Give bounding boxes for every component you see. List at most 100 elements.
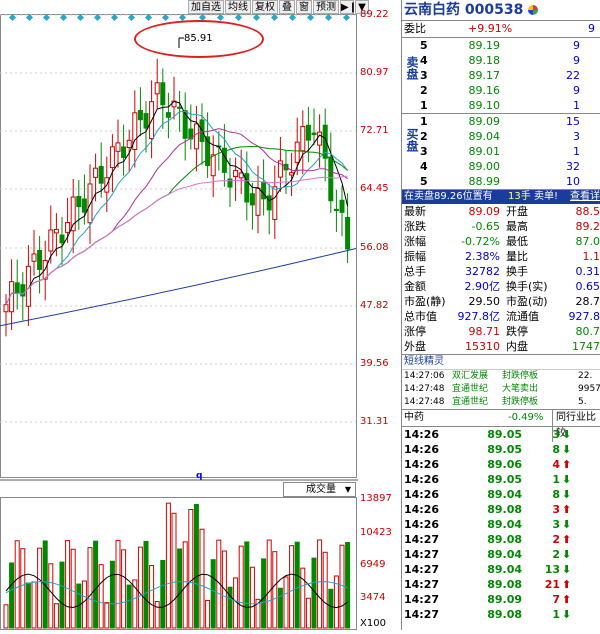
stat-value: 2.90亿 [464,280,501,293]
asks-row[interactable]: 2 89.16 9 [402,83,600,98]
volume-bar [20,548,26,629]
candle-body [272,186,278,220]
tick-price: 89.05 [487,473,522,486]
volume-unit-label: X100 [360,618,386,629]
candle-body [249,193,255,206]
tick-row: 14:27 89.09 7 ⬆ [402,592,600,607]
industry-name: 中药 [404,412,424,423]
stat-label: 市盈(动) [506,295,548,308]
arrow-up-icon: ⬆ [562,593,572,606]
stat-value: 15310 [465,340,500,353]
sprite-value: 22. [578,371,593,381]
volume-bar [48,563,54,629]
stat-row: 振幅 2.38% 量比 1.1 [402,249,600,264]
window-button[interactable]: 窗 [296,0,312,14]
stat-label: 市盈(静) [404,295,446,308]
volume-bar [205,599,211,629]
commission-ratio-count: 9 [588,22,595,35]
sprite-event: 大笔卖出 [502,384,539,394]
tick-row: 14:27 89.08 21 ⬆ [402,577,600,592]
tick-list[interactable]: 14:26 89.05 3 ⬇ 14:26 89.05 8 ⬇ 14:26 89.06 4 ⬆ 14:2… [402,427,600,622]
arrow-down-icon: ⬇ [562,608,572,621]
forecast-button[interactable]: 预测 [313,0,339,14]
tick-volume: 4 [552,458,560,471]
candle-body [126,139,132,149]
candle-body [227,178,233,188]
volume-bar [294,541,300,629]
asks-row[interactable]: 1 89.10 1 [402,98,600,113]
candle-body [31,253,37,262]
candle-body [210,154,216,177]
asks-row[interactable]: 3 89.17 22 [402,68,600,83]
volume-bar [109,560,115,629]
candle-body [87,183,93,224]
tick-time: 14:27 [404,608,440,621]
order-alert-bar[interactable]: 在卖盘89.26位置有 13手 卖单! 查看详 [402,190,600,204]
volume-bar [9,562,15,629]
arrow-down-icon: ⬇ [562,488,572,501]
tick-volume: 8 [552,488,560,501]
arrow-down-icon: ⬇ [562,518,572,531]
volume-bar [115,539,121,629]
candle-body [137,109,143,121]
bids-row[interactable]: 4 89.00 32 [402,159,600,174]
tick-row: 14:26 89.06 4 ⬆ [402,457,600,472]
bids-volume: 3 [573,130,580,143]
arrow-up-icon: ⬆ [562,578,572,591]
kline-chart-panel[interactable]: 加自选 均线 复权 叠 窗 预测 ▶❙ ▼ 85.91 89.22 80.97 … [0,0,400,630]
sprite-time: 14:27:06 [404,371,445,381]
moving-average-button[interactable]: 均线 [225,0,251,14]
volume-bar [339,544,345,629]
stat-label: 涨跌 [404,220,426,233]
sprite-row[interactable]: 14:27:48 宜通世纪 封跌停板 5. [402,396,600,409]
adjust-price-button[interactable]: 复权 [252,0,278,14]
candle-body [317,131,323,146]
volume-bar [81,580,87,629]
volume-bar [177,548,183,629]
arrow-to-end-icon[interactable]: ▶❙ [340,0,357,14]
short-term-sprite-title[interactable]: 短线精灵 [402,354,600,370]
tick-time: 14:26 [404,488,440,501]
bids-volume: 1 [573,145,580,158]
price-axis-label: 89.22 [360,9,389,20]
tick-price: 89.04 [487,488,522,501]
bids-row[interactable]: 2 89.04 3 [402,129,600,144]
asks-row[interactable]: 4 89.18 9 [402,53,600,68]
volume-indicator-select[interactable]: 成交量 ▼ [283,482,356,497]
sprite-stock: 宜通世纪 [452,384,489,394]
candle-body [193,123,199,150]
volume-bar [193,504,199,629]
tick-volume: 7 [552,593,560,606]
tick-volume: 21 [544,578,560,591]
bids-row[interactable]: 1 89.09 15 [402,114,600,129]
stat-value: 28.7 [575,295,600,308]
asks-level: 2 [420,84,428,97]
sprite-row[interactable]: 14:27:06 双汇发展 封跌停板 22. [402,370,600,383]
sprite-time: 14:27:48 [404,384,445,394]
asks-row[interactable]: 5 89.19 9 [402,38,600,53]
candle-body [266,195,272,211]
event-marker[interactable]: q [196,471,202,481]
event-diamond-icon [127,13,136,22]
event-diamond-icon [42,13,51,22]
bids-row[interactable]: 5 88.99 10 [402,174,600,189]
event-diamond-icon [252,13,261,22]
volume-bar [210,559,216,629]
add-favorite-button[interactable]: 加自选 [188,0,224,14]
quote-panel: 云南白药 000538 委比 +9.91% 9 卖盘 5 89.19 9 4 89.18… [401,0,600,630]
bids-row[interactable]: 3 89.01 1 [402,144,600,159]
volume-bar [3,604,9,629]
stat-value: 98.71 [468,325,501,338]
tick-row: 14:27 89.08 2 ⬆ [402,532,600,547]
overlay-button[interactable]: 叠 [279,0,295,14]
sprite-row[interactable]: 14:27:48 宜通世纪 大笔卖出 9957 [402,383,600,396]
bids-level: 1 [420,115,428,128]
tick-time: 14:26 [404,458,440,471]
volume-bar [305,597,311,629]
tick-price: 89.05 [487,443,522,456]
tick-volume: 1 [552,473,560,486]
stat-row: 涨幅 -0.72% 最低 87.0 [402,234,600,249]
stat-row: 涨停 98.71 跌停 80.7 [402,324,600,339]
kline-chart[interactable] [0,0,400,630]
view-details-link[interactable]: 查看详 [570,190,600,204]
